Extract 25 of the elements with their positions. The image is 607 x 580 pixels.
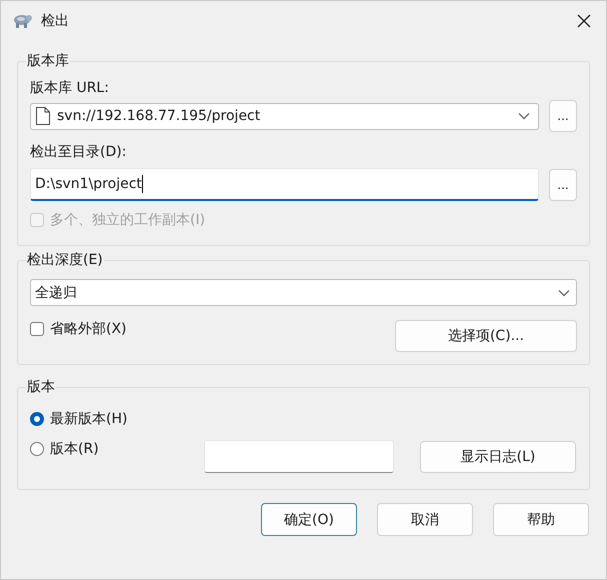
chevron-down-icon (518, 112, 530, 120)
field-label: 版本库 URL: (30, 79, 110, 98)
depth-dropdown[interactable]: 全递归 (30, 279, 577, 306)
group-title: 检出深度(E) (26, 251, 104, 269)
close-icon (576, 13, 592, 29)
url-dropdown[interactable]: svn://192.168.77.195/project (30, 102, 539, 130)
window-title: 检出 (41, 12, 70, 30)
dialog-button[interactable]: 确定(O) (261, 503, 357, 536)
turtle-icon (11, 12, 33, 30)
browse-button[interactable]: ... (549, 100, 577, 132)
dialog-button[interactable]: 帮助 (493, 503, 589, 536)
choose-items-button[interactable]: 选择项(C)... (395, 320, 577, 352)
browse-button[interactable]: ... (549, 168, 577, 200)
show-log-button[interactable]: 显示日志(L) (420, 440, 576, 472)
radio-button[interactable]: 最新版本(H) (30, 410, 204, 428)
revision-field[interactable] (204, 440, 394, 473)
field-label: 检出至目录(D): (30, 143, 128, 162)
chevron-down-icon (558, 288, 570, 296)
document-icon (35, 106, 51, 126)
radio-button[interactable]: 版本(R) (30, 440, 204, 458)
group-title: 版本 (26, 378, 56, 396)
dialog-button[interactable]: 取消 (377, 503, 473, 536)
directory-field[interactable]: D:\svn1\project (30, 168, 539, 201)
checkbox[interactable]: 省略外部(X) (30, 320, 127, 338)
group-title: 版本库 (26, 52, 70, 70)
